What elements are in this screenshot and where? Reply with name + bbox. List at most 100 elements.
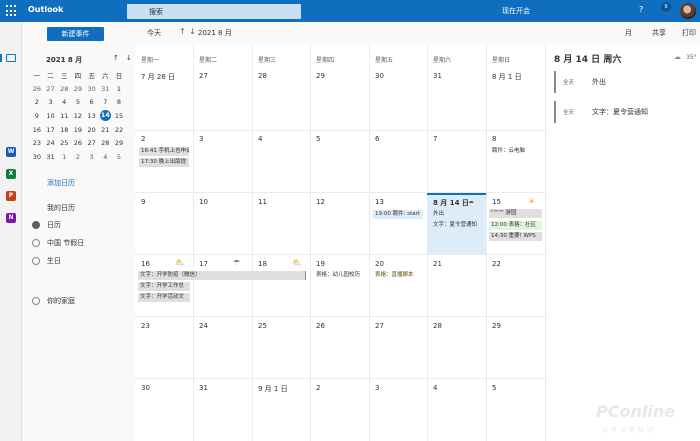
- mini-day[interactable]: 26: [30, 85, 44, 93]
- day-number[interactable]: 10: [199, 198, 208, 206]
- mini-day[interactable]: 4: [98, 153, 112, 161]
- mini-day[interactable]: 3: [44, 98, 58, 106]
- my-calendars-heading[interactable]: 我的日历: [47, 203, 75, 213]
- day-number[interactable]: 30: [141, 384, 150, 392]
- mini-day[interactable]: 19: [71, 126, 85, 134]
- day-number[interactable]: 24: [199, 322, 208, 330]
- mini-day[interactable]: 5: [71, 98, 85, 106]
- mini-day[interactable]: 26: [71, 139, 85, 147]
- day-number[interactable]: 31: [199, 384, 208, 392]
- day-number[interactable]: 7: [433, 135, 437, 143]
- excel-icon[interactable]: X: [6, 169, 16, 179]
- mini-day[interactable]: 27: [44, 85, 58, 93]
- mini-day[interactable]: 24: [44, 139, 58, 147]
- calendar-item-holidays[interactable]: 中国 节假日: [32, 238, 84, 248]
- agenda-event[interactable]: 全天 外出: [554, 71, 694, 93]
- mini-day[interactable]: 29: [112, 139, 126, 147]
- notification-badge[interactable]: 9: [661, 2, 671, 12]
- mini-day[interactable]: 12: [71, 112, 85, 120]
- day-number[interactable]: 12: [316, 198, 325, 206]
- calendar-toggle-icon[interactable]: [32, 257, 40, 265]
- calendar-event[interactable]: 文字：夏令营通知: [431, 221, 483, 230]
- day-number[interactable]: 3: [375, 384, 379, 392]
- new-event-button[interactable]: 新建事件: [47, 27, 104, 41]
- mini-day[interactable]: 9: [30, 112, 44, 120]
- day-number[interactable]: 17: [199, 260, 208, 268]
- day-number[interactable]: 5: [492, 384, 496, 392]
- day-number[interactable]: 22: [492, 260, 501, 268]
- calendar-event[interactable]: 14:30 重要! WPS: [489, 232, 542, 241]
- calendar-item-default[interactable]: 日历: [32, 220, 61, 230]
- view-month-button[interactable]: 月: [625, 28, 632, 38]
- mini-day[interactable]: 6: [85, 98, 99, 106]
- day-number[interactable]: 23: [141, 322, 150, 330]
- day-number[interactable]: 7 月 26 日: [141, 72, 175, 82]
- day-number[interactable]: 29: [492, 322, 501, 330]
- mini-day[interactable]: 21: [98, 126, 112, 134]
- mini-day[interactable]: 31: [44, 153, 58, 161]
- mini-day[interactable]: 10: [44, 112, 58, 120]
- prev-month-icon[interactable]: ↑: [179, 27, 186, 36]
- calendar-event[interactable]: 外出: [431, 210, 483, 219]
- mini-day[interactable]: 2: [30, 98, 44, 106]
- calendar-event-multiday[interactable]: 文字：开学防疫（微信）: [138, 271, 306, 280]
- day-number[interactable]: 9: [141, 198, 145, 206]
- word-icon[interactable]: W: [6, 147, 16, 157]
- calendar-event[interactable]: """"" 游园: [489, 209, 542, 218]
- calendar-toggle-icon[interactable]: [32, 297, 40, 305]
- mini-day[interactable]: 28: [57, 85, 71, 93]
- calendar-event[interactable]: 12:00 表格：社区: [489, 221, 542, 230]
- day-number[interactable]: 4: [258, 135, 262, 143]
- mini-day[interactable]: 2: [71, 153, 85, 161]
- mini-day[interactable]: 30: [30, 153, 44, 161]
- agenda-event[interactable]: 全天 文字：夏令营通知: [554, 101, 694, 123]
- calendar-event[interactable]: 表格：直播脚本: [373, 271, 427, 280]
- day-number[interactable]: 21: [433, 260, 442, 268]
- calendar-event[interactable]: 19:00 聘件: start: [373, 210, 423, 219]
- share-button[interactable]: 共享: [652, 28, 666, 38]
- meet-now-button[interactable]: 现在开会: [502, 6, 530, 16]
- powerpoint-icon[interactable]: P: [6, 191, 16, 201]
- mini-day[interactable]: 28: [98, 139, 112, 147]
- calendar-toggle-icon[interactable]: [32, 221, 40, 229]
- calendar-event[interactable]: 聘件：云电脑: [490, 147, 544, 156]
- day-number[interactable]: 8 月 1 日: [492, 72, 522, 82]
- print-button[interactable]: 打印: [682, 28, 696, 38]
- search-input[interactable]: 搜索: [127, 4, 301, 19]
- calendar-event[interactable]: 17:30 晚上出版提: [139, 158, 189, 167]
- day-number[interactable]: 4: [433, 384, 437, 392]
- mini-day[interactable]: 16: [30, 126, 44, 134]
- mini-day[interactable]: 31: [98, 85, 112, 93]
- calendar-app-icon[interactable]: [6, 54, 16, 62]
- day-number[interactable]: 11: [258, 198, 267, 206]
- calendar-event[interactable]: 文字：开学活动文: [138, 293, 190, 302]
- day-number[interactable]: 26: [316, 322, 325, 330]
- day-number[interactable]: 29: [316, 72, 325, 80]
- add-calendar-link[interactable]: 添加日历: [47, 178, 75, 188]
- mini-day[interactable]: 29: [71, 85, 85, 93]
- calendar-event[interactable]: 文字：开学工作总: [138, 282, 190, 291]
- day-number[interactable]: 16: [141, 260, 150, 268]
- day-number[interactable]: 25: [258, 322, 267, 330]
- calendar-toggle-icon[interactable]: [32, 239, 40, 247]
- day-number[interactable]: 6: [375, 135, 379, 143]
- mini-day[interactable]: 11: [57, 112, 71, 120]
- avatar[interactable]: [680, 3, 696, 19]
- mini-next-icon[interactable]: ↓: [126, 54, 132, 62]
- day-number[interactable]: 8: [492, 135, 496, 143]
- day-number[interactable]: 13: [375, 198, 384, 206]
- month-title[interactable]: 2021 8 月: [198, 28, 232, 38]
- mini-day[interactable]: 13: [85, 112, 99, 120]
- day-number[interactable]: 2: [141, 135, 145, 143]
- day-number[interactable]: 28: [258, 72, 267, 80]
- day-number[interactable]: 9 月 1 日: [258, 384, 288, 394]
- day-number[interactable]: 19: [316, 260, 325, 268]
- mini-day[interactable]: 1: [112, 85, 126, 93]
- next-month-icon[interactable]: ↓: [189, 27, 196, 36]
- calendar-event[interactable]: 表格：幼儿园校历: [314, 271, 368, 280]
- mini-prev-icon[interactable]: ↑: [113, 54, 119, 62]
- day-number-today[interactable]: 8 月 14 日: [433, 198, 469, 208]
- mini-day[interactable]: 20: [85, 126, 99, 134]
- mini-day[interactable]: 1: [57, 153, 71, 161]
- day-number[interactable]: 20: [375, 260, 384, 268]
